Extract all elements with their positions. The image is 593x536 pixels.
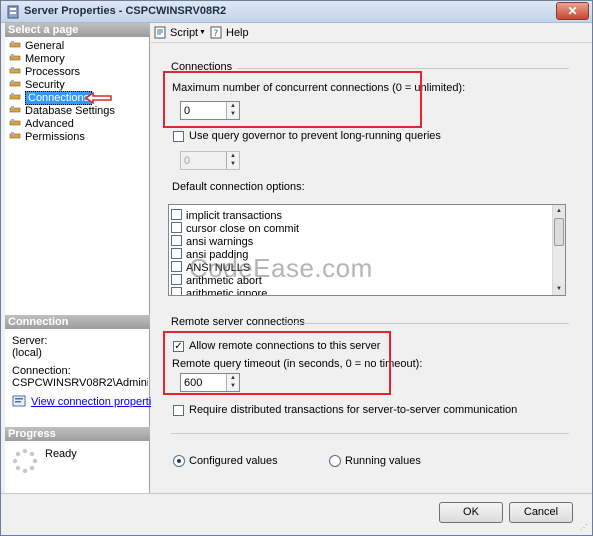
help-button[interactable]: Help xyxy=(226,26,249,40)
title-bar[interactable]: Server Properties - CSPCWINSRV08R2 ✕ xyxy=(1,1,592,23)
arrow-left-icon xyxy=(85,92,112,104)
group-divider xyxy=(283,323,569,324)
help-icon: ? xyxy=(210,26,222,39)
server-value: (local) xyxy=(12,347,42,359)
page-item-label: Advanced xyxy=(25,118,74,130)
close-button[interactable]: ✕ xyxy=(556,2,589,20)
configured-values-radio[interactable] xyxy=(173,455,185,467)
running-values-radio[interactable] xyxy=(329,455,341,467)
progress-spinner-icon xyxy=(12,448,38,474)
wrench-icon xyxy=(9,67,21,74)
wrench-icon xyxy=(9,80,21,87)
page-item-label: General xyxy=(25,40,65,52)
option-checkbox[interactable] xyxy=(171,248,182,259)
wrench-icon xyxy=(9,93,21,100)
progress-status: Ready xyxy=(45,448,77,460)
page-item-advanced[interactable]: Advanced xyxy=(9,117,74,130)
option-checkbox[interactable] xyxy=(171,209,182,220)
select-page-header: Select a page xyxy=(5,23,150,37)
group-divider xyxy=(171,433,569,434)
configured-values-label: Configured values xyxy=(189,455,278,467)
scroll-up-icon[interactable]: ▲ xyxy=(553,205,565,217)
list-item[interactable]: cursor close on commit xyxy=(171,221,299,235)
wrench-icon xyxy=(9,41,21,48)
script-icon xyxy=(154,26,166,39)
stepper-down-icon: ▼ xyxy=(230,161,236,167)
query-governor-stepper: 0 ▲ ▼ xyxy=(180,151,240,170)
wrench-icon xyxy=(9,106,21,113)
watermark: CodeEase.com xyxy=(189,253,373,283)
query-governor-label: Use query governor to prevent long-runni… xyxy=(189,130,441,142)
view-connection-properties-link[interactable]: View connection properties xyxy=(31,396,163,409)
wrench-icon xyxy=(9,132,21,139)
connection-value: CSPCWINSRV08R2\Administrator xyxy=(12,377,148,389)
query-governor-value: 0 xyxy=(184,155,191,167)
list-item[interactable]: arithmetic ignore xyxy=(171,286,268,296)
option-checkbox[interactable] xyxy=(171,235,182,246)
cancel-button[interactable]: Cancel xyxy=(509,502,573,523)
options-scrollbar[interactable]: ▲ ▼ xyxy=(552,205,565,295)
require-distributed-checkbox[interactable] xyxy=(173,405,184,416)
page-item-label: Memory xyxy=(25,53,65,65)
wrench-icon xyxy=(9,119,21,126)
script-button[interactable]: Script xyxy=(170,26,198,40)
left-pane: Select a page General Memory Processors … xyxy=(5,23,163,493)
page-item-label: Database Settings xyxy=(25,105,115,117)
progress-header: Progress xyxy=(5,427,150,441)
page-item-processors[interactable]: Processors xyxy=(9,65,80,78)
page-item-database-settings[interactable]: Database Settings xyxy=(9,104,115,117)
chevron-down-icon[interactable]: ▼ xyxy=(199,26,206,40)
option-label: arithmetic ignore xyxy=(186,288,268,296)
page-item-label: Permissions xyxy=(25,131,85,143)
option-checkbox[interactable] xyxy=(171,274,182,285)
wrench-icon xyxy=(9,54,21,61)
svg-text:?: ? xyxy=(214,29,219,39)
group-divider xyxy=(237,68,569,69)
page-item-label: Processors xyxy=(25,66,81,78)
page-item-label: Connections xyxy=(25,91,93,105)
highlight-box xyxy=(163,71,422,128)
query-governor-checkbox[interactable] xyxy=(173,131,184,142)
page-item-label: Security xyxy=(25,79,65,91)
require-distributed-label: Require distributed transactions for ser… xyxy=(189,404,518,416)
right-pane: Script ▼ ? Help Connections Maximum numb… xyxy=(151,23,592,493)
list-item[interactable]: implicit transactions xyxy=(171,208,282,222)
scroll-down-icon[interactable]: ▼ xyxy=(553,283,565,295)
connection-header: Connection xyxy=(5,315,150,329)
running-values-label: Running values xyxy=(345,455,421,467)
properties-icon xyxy=(12,395,26,407)
page-item-memory[interactable]: Memory xyxy=(9,52,65,65)
stepper-up-icon: ▲ xyxy=(230,153,236,159)
button-bar: OK Cancel ⋰ xyxy=(1,493,592,535)
window-title: Server Properties - CSPCWINSRV08R2 xyxy=(24,5,227,17)
resize-grip-icon[interactable]: ⋰ xyxy=(580,523,590,533)
ok-button[interactable]: OK xyxy=(439,502,503,523)
option-checkbox[interactable] xyxy=(171,222,182,233)
scroll-thumb[interactable] xyxy=(554,218,564,246)
default-options-label: Default connection options: xyxy=(172,181,305,193)
option-checkbox[interactable] xyxy=(171,287,182,295)
list-item[interactable]: ansi warnings xyxy=(171,234,253,248)
server-properties-window: Server Properties - CSPCWINSRV08R2 ✕ Sel… xyxy=(0,0,593,536)
page-item-security[interactable]: Security xyxy=(9,78,65,91)
page-item-general[interactable]: General xyxy=(9,39,64,52)
page-item-connections[interactable]: Connections xyxy=(9,91,93,105)
toolbar: Script ▼ ? Help xyxy=(151,23,592,43)
highlight-box xyxy=(163,331,391,395)
option-checkbox[interactable] xyxy=(171,261,182,272)
page-item-permissions[interactable]: Permissions xyxy=(9,130,85,143)
server-icon xyxy=(7,5,19,19)
